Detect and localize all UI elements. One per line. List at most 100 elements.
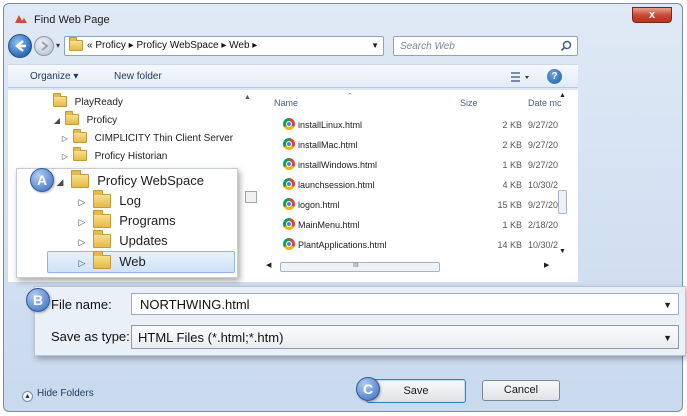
nav-item-cimplicity[interactable]: ▷ CIMPLICITY Thin Client Server bbox=[60, 129, 234, 147]
app-icon bbox=[15, 15, 27, 23]
chrome-html-file-icon bbox=[283, 238, 295, 250]
command-toolbar: Organize ▾ New folder ? bbox=[8, 64, 578, 88]
file-name-value: NORTHWING.html bbox=[140, 297, 250, 312]
file-size: 4 KB bbox=[502, 180, 522, 190]
column-header-name[interactable]: Name bbox=[274, 98, 298, 108]
file-date: 9/27/20 bbox=[528, 200, 559, 210]
file-name: logon.html bbox=[298, 200, 340, 210]
grip-icon: III bbox=[353, 262, 359, 269]
callout-a: A bbox=[30, 168, 54, 192]
expander-icon[interactable]: ▷ bbox=[75, 192, 89, 212]
forward-arrow-icon bbox=[41, 41, 49, 51]
file-date: 9/27/20 bbox=[528, 120, 559, 130]
view-options-icon[interactable] bbox=[510, 71, 532, 83]
file-size: 1 KB bbox=[502, 160, 522, 170]
organize-menu[interactable]: Organize ▾ bbox=[30, 71, 78, 82]
nav-item-label: PlayReady bbox=[74, 97, 123, 108]
folder-icon bbox=[52, 93, 67, 107]
folder-icon bbox=[69, 37, 83, 51]
nav-item-playready[interactable]: PlayReady bbox=[40, 93, 123, 111]
expander-icon[interactable]: ▷ bbox=[60, 149, 70, 165]
callout-b: B bbox=[26, 288, 50, 312]
scroll-down-arrow-icon[interactable]: ▼ bbox=[559, 248, 566, 255]
nav-item-label: CIMPLICITY Thin Client Server bbox=[94, 133, 234, 144]
nav-item-label: Log bbox=[119, 193, 141, 208]
expander-icon[interactable]: ◢ bbox=[52, 113, 62, 129]
nav-item-label: Proficy WebSpace bbox=[97, 173, 204, 188]
folder-icon bbox=[92, 210, 111, 228]
expander-icon[interactable]: ▷ bbox=[75, 253, 89, 273]
nav-item-proficy-webspace[interactable]: ◢ Proficy WebSpace bbox=[53, 170, 204, 192]
expander-icon[interactable]: ▷ bbox=[75, 212, 89, 232]
search-placeholder: Search Web bbox=[400, 41, 455, 52]
save-button[interactable]: Save bbox=[366, 379, 466, 403]
expander-icon[interactable]: ▷ bbox=[60, 131, 70, 147]
file-row[interactable]: installWindows.html 1 KB 9/27/20 bbox=[264, 156, 578, 175]
scrollbar-thumb[interactable] bbox=[558, 190, 567, 214]
file-size: 14 KB bbox=[497, 240, 522, 250]
file-size: 2 KB bbox=[502, 120, 522, 130]
file-row[interactable]: logon.html 15 KB 9/27/20 bbox=[264, 196, 578, 215]
address-dropdown-icon[interactable]: ▼ bbox=[371, 41, 379, 50]
new-folder-button[interactable]: New folder bbox=[114, 71, 162, 82]
scroll-right-arrow-icon[interactable]: ▶ bbox=[544, 261, 549, 269]
nav-item-label: Programs bbox=[119, 213, 176, 228]
file-date: 2/18/20 bbox=[528, 220, 559, 230]
nav-item-updates[interactable]: ▷ Updates bbox=[75, 230, 168, 252]
file-size: 2 KB bbox=[502, 140, 522, 150]
file-row[interactable]: installLinux.html 2 KB 9/27/20 bbox=[264, 116, 578, 135]
folder-icon bbox=[72, 129, 87, 143]
sort-indicator-icon: ⌃ bbox=[347, 93, 353, 100]
nav-item-programs[interactable]: ▷ Programs bbox=[75, 210, 176, 232]
search-box[interactable]: Search Web bbox=[393, 36, 578, 56]
folder-icon bbox=[64, 111, 79, 125]
file-name-dropdown-icon[interactable]: ▼ bbox=[663, 300, 672, 310]
folder-icon bbox=[72, 147, 87, 161]
file-name: PlantApplications.html bbox=[298, 240, 387, 250]
save-type-select[interactable]: HTML Files (*.html;*.htm) ▼ bbox=[131, 325, 679, 349]
nav-item-proficy[interactable]: ◢ Proficy bbox=[52, 111, 117, 129]
hide-folders-toggle[interactable]: ▲ Hide Folders bbox=[22, 388, 94, 402]
scroll-left-arrow-icon[interactable]: ◀ bbox=[266, 261, 271, 269]
breadcrumb[interactable]: « Proficy ▸ Proficy WebSpace ▸ Web ▸ bbox=[87, 40, 257, 51]
hide-folders-label: Hide Folders bbox=[37, 388, 94, 399]
scrollbar-thumb[interactable]: III bbox=[280, 262, 440, 272]
chrome-html-file-icon bbox=[283, 118, 295, 130]
file-row[interactable]: MainMenu.html 1 KB 2/18/20 bbox=[264, 216, 578, 235]
pane-splitter[interactable] bbox=[245, 191, 257, 203]
file-row[interactable]: installMac.html 2 KB 9/27/20 bbox=[264, 136, 578, 155]
horizontal-scrollbar[interactable]: ◀ III ▶ bbox=[264, 260, 554, 274]
history-dropdown-icon[interactable]: ▾ bbox=[56, 41, 60, 50]
file-list: ⌃ Name Size Date mc installLinux.html 2 … bbox=[264, 90, 578, 282]
nav-item-log[interactable]: ▷ Log bbox=[75, 190, 141, 212]
file-name-input[interactable]: NORTHWING.html ▼ bbox=[131, 293, 679, 315]
file-row[interactable]: PlantApplications.html 14 KB 10/30/2 bbox=[264, 236, 578, 255]
forward-button[interactable] bbox=[34, 36, 54, 56]
scroll-up-arrow-icon[interactable]: ▲ bbox=[244, 94, 251, 101]
address-bar[interactable]: « Proficy ▸ Proficy WebSpace ▸ Web ▸ ▼ bbox=[64, 36, 384, 56]
expander-icon[interactable]: ▷ bbox=[75, 232, 89, 252]
scroll-up-arrow-icon[interactable]: ▲ bbox=[559, 92, 566, 99]
vertical-scrollbar[interactable]: ▲ ▼ bbox=[556, 90, 570, 258]
nav-item-web[interactable]: ▷ Web bbox=[75, 251, 146, 273]
close-button[interactable]: x bbox=[632, 7, 672, 23]
file-date: 9/27/20 bbox=[528, 160, 559, 170]
folder-icon bbox=[92, 190, 111, 208]
chrome-html-file-icon bbox=[283, 218, 295, 230]
file-name: installLinux.html bbox=[298, 120, 363, 130]
nav-item-proficy-historian[interactable]: ▷ Proficy Historian bbox=[60, 147, 167, 165]
file-name: installWindows.html bbox=[298, 160, 378, 170]
help-icon[interactable]: ? bbox=[547, 69, 562, 84]
cancel-button[interactable]: Cancel bbox=[482, 380, 560, 401]
title-bar: Find Web Page x bbox=[4, 4, 682, 32]
column-header-size[interactable]: Size bbox=[460, 98, 478, 108]
search-icon[interactable] bbox=[560, 40, 572, 52]
save-type-dropdown-icon[interactable]: ▼ bbox=[663, 333, 672, 343]
nav-item-label: Updates bbox=[119, 233, 168, 248]
file-name: MainMenu.html bbox=[298, 220, 360, 230]
back-button[interactable] bbox=[8, 34, 32, 58]
expander-icon[interactable]: ◢ bbox=[53, 172, 67, 192]
folder-icon bbox=[92, 251, 111, 269]
chrome-html-file-icon bbox=[283, 178, 295, 190]
file-row[interactable]: launchsession.html 4 KB 10/30/2 bbox=[264, 176, 578, 195]
